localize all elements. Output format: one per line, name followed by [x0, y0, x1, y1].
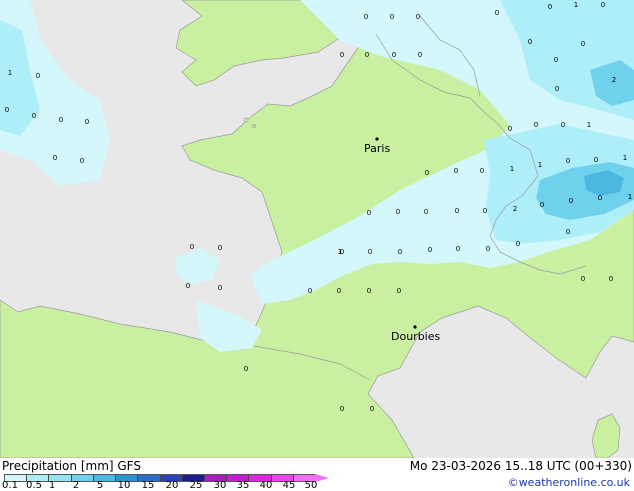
precip-value: 0	[566, 228, 570, 236]
precip-value: 0	[548, 3, 552, 11]
precip-value: 0	[581, 275, 585, 283]
precip-value: 0	[340, 405, 344, 413]
precip-value: 1	[574, 1, 578, 9]
run-info: Mo 23-03-2026 15..18 UTC (00+330)	[409, 459, 632, 473]
precip-value: 0	[396, 208, 400, 216]
precip-value: 0	[609, 275, 613, 283]
precip-value: 0	[495, 9, 499, 17]
footer: Precipitation [mm] GFS Mo 23-03-2026 15.…	[0, 458, 634, 491]
precip-value: 0	[456, 245, 460, 253]
legend-tick-label: 40	[259, 480, 273, 491]
precip-value: 0	[486, 245, 490, 253]
precip-value: 0	[428, 246, 432, 254]
precip-value: 0	[455, 207, 459, 215]
map-canvas: 0 0 0 0 1 0 0 0 0 0 0 0 0 1 0 0 0 0 0 0 …	[0, 0, 634, 459]
credit-link[interactable]: ©weatheronline.co.uk	[508, 476, 630, 489]
precip-value: 0	[190, 243, 194, 251]
precip-value: 0	[528, 38, 532, 46]
precip-value: 0	[367, 287, 371, 295]
precip-value: 0	[340, 51, 344, 59]
legend-tick-label: 30	[213, 480, 227, 491]
precip-value: 0	[483, 207, 487, 215]
precip-value: 0	[508, 125, 512, 133]
legend-tick-label: 20	[165, 480, 179, 491]
precip-value: 0	[418, 51, 422, 59]
legend-tick-label: 35	[236, 480, 250, 491]
legend-tick-label: 25	[189, 480, 203, 491]
channel-island	[252, 124, 256, 128]
city-label: Dourbies	[391, 330, 441, 343]
precip-value: 0	[364, 13, 368, 21]
precip-value: 0	[36, 72, 40, 80]
precip-value: 0	[416, 13, 420, 21]
precip-value: 1	[587, 121, 591, 129]
legend-tick-label: 10	[117, 480, 131, 491]
precip-value: 0	[218, 284, 222, 292]
city-label: Paris	[364, 142, 390, 155]
precip-value: 0	[454, 167, 458, 175]
precip-value: 0	[59, 116, 63, 124]
precip-value: 0	[32, 112, 36, 120]
precipitation-map: 0 0 0 0 1 0 0 0 0 0 0 0 0 1 0 0 0 0 0 0 …	[0, 0, 634, 459]
precip-value: 0	[365, 51, 369, 59]
legend-tick-label: 45	[282, 480, 296, 491]
precip-value: 0	[569, 197, 573, 205]
precip-value: 0	[308, 287, 312, 295]
precip-value: 0	[53, 154, 57, 162]
precip-value: 1	[538, 161, 542, 169]
city-marker	[413, 325, 417, 329]
precip-value: 0	[370, 405, 374, 413]
legend-tick-label: 2	[72, 480, 80, 491]
precip-value: 2	[513, 205, 517, 213]
precip-value: 1	[8, 69, 12, 77]
precip-value: 0	[85, 118, 89, 126]
precip-value: 0	[534, 121, 538, 129]
precip-value: 0	[218, 244, 222, 252]
precip-value: 0	[398, 248, 402, 256]
precip-value: 2	[612, 76, 616, 84]
precip-value: 0	[186, 282, 190, 290]
legend-ticks: 0.1 0.5 1 2 5 10 15 20 25 30 35 40 45 50	[0, 458, 340, 491]
precip-value: 0	[540, 201, 544, 209]
precip-value: 0	[244, 365, 248, 373]
precip-value: 0	[425, 169, 429, 177]
precip-value: 0	[601, 1, 605, 9]
precip-value: 0	[80, 157, 84, 165]
precip-value: 0	[554, 56, 558, 64]
legend-tick-label: 0.1	[2, 480, 18, 491]
precip-value: 0	[424, 208, 428, 216]
legend-tick-label: 1	[48, 480, 56, 491]
precip-value: 0	[5, 106, 9, 114]
precip-value: 0	[598, 194, 602, 202]
legend-tick-label: 50	[304, 480, 318, 491]
legend-tick-label: 5	[96, 480, 104, 491]
precip-value: 0	[581, 40, 585, 48]
precip-value: 0	[594, 156, 598, 164]
precip-value: 1	[623, 154, 627, 162]
precip-value: 1	[628, 193, 632, 201]
precip-value: 0	[561, 121, 565, 129]
precip-value: 0	[367, 209, 371, 217]
legend-tick-label: 15	[141, 480, 155, 491]
precip-value: 0	[480, 167, 484, 175]
precip-value: 0	[555, 85, 559, 93]
precip-value: 0	[516, 240, 520, 248]
precip-value: 1	[338, 248, 342, 256]
city-marker	[375, 137, 379, 141]
channel-island	[243, 117, 249, 123]
precip-value: 0	[392, 51, 396, 59]
precip-value: 0	[566, 157, 570, 165]
precip-value: 0	[368, 248, 372, 256]
precip-value: 0	[397, 287, 401, 295]
precip-value: 1	[510, 165, 514, 173]
precip-value: 0	[337, 287, 341, 295]
precip-value: 0	[390, 13, 394, 21]
legend-tick-label: 0.5	[26, 480, 42, 491]
